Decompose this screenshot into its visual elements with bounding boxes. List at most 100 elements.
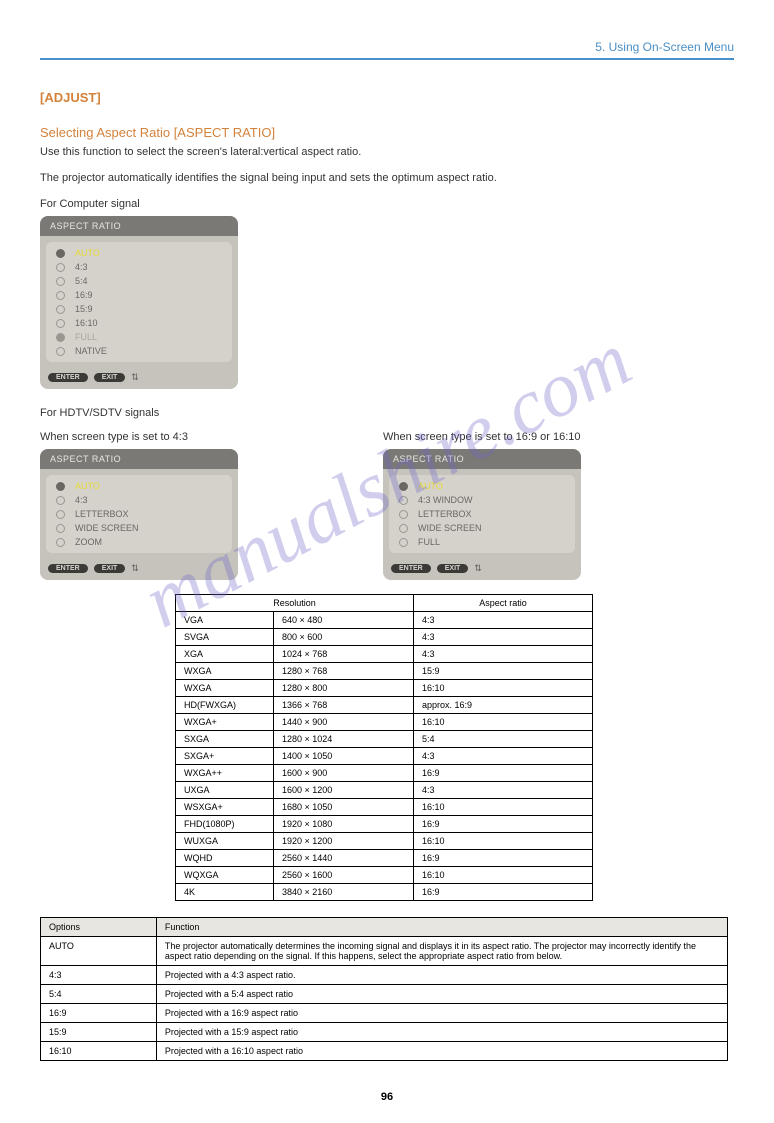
cell: WSXGA+ xyxy=(176,799,274,816)
arrows-icon: ⇅ xyxy=(474,563,482,574)
osd-option-full[interactable]: FULL xyxy=(389,535,575,549)
cell: WXGA xyxy=(176,663,274,680)
osd-option-native[interactable]: NATIVE xyxy=(46,344,232,358)
cell: Projected with a 15:9 aspect ratio xyxy=(156,1023,727,1042)
enter-button[interactable]: ENTER xyxy=(48,564,88,573)
osd3-caption: When screen type is set to 16:9 or 16:10 xyxy=(383,431,581,443)
osd-menu-computer: ASPECT RATIO AUTO 4:3 5:4 16:9 15:9 16:1… xyxy=(40,216,238,389)
cell: approx. 16:9 xyxy=(414,697,593,714)
osd-option-label: FULL xyxy=(75,332,97,342)
osd-option-list: AUTO 4:3 WINDOW LETTERBOX WIDE SCREEN FU… xyxy=(389,475,575,553)
cell: 4:3 xyxy=(414,612,593,629)
cell: 4:3 xyxy=(414,782,593,799)
osd-option-list: AUTO 4:3 5:4 16:9 15:9 16:10 FULL NATIVE xyxy=(46,242,232,362)
osd-option-auto[interactable]: AUTO xyxy=(46,246,232,260)
table-row: XGA1024 × 7684:3 xyxy=(176,646,593,663)
radio-icon xyxy=(399,538,408,547)
table-row: SXGA1280 × 10245:4 xyxy=(176,731,593,748)
cell: 1366 × 768 xyxy=(274,697,414,714)
radio-icon xyxy=(56,482,65,491)
radio-icon xyxy=(56,249,65,258)
cell: SXGA+ xyxy=(176,748,274,765)
table-row: WSXGA+1680 × 105016:10 xyxy=(176,799,593,816)
osd-option-letterbox[interactable]: LETTERBOX xyxy=(46,507,232,521)
osd-option-43[interactable]: 4:3 xyxy=(46,493,232,507)
cell: 4:3 xyxy=(414,629,593,646)
osd-option-label: 16:10 xyxy=(75,318,98,328)
cell: 640 × 480 xyxy=(274,612,414,629)
table-header-row: Options Function xyxy=(41,918,728,937)
osd-option-54[interactable]: 5:4 xyxy=(46,274,232,288)
osd-option-letterbox[interactable]: LETTERBOX xyxy=(389,507,575,521)
osd-option-label: WIDE SCREEN xyxy=(75,523,139,533)
osd-option-full: FULL xyxy=(46,330,232,344)
cell: Projected with a 16:9 aspect ratio xyxy=(156,1004,727,1023)
osd-option-43[interactable]: 4:3 xyxy=(46,260,232,274)
table-header-row: Resolution Aspect ratio xyxy=(176,595,593,612)
exit-button[interactable]: EXIT xyxy=(94,373,126,382)
section-title-aspect: Selecting Aspect Ratio [ASPECT RATIO] xyxy=(40,125,734,140)
enter-button[interactable]: ENTER xyxy=(391,564,431,573)
osd-option-43window[interactable]: 4:3 WINDOW xyxy=(389,493,575,507)
cell: 1600 × 900 xyxy=(274,765,414,782)
enter-button[interactable]: ENTER xyxy=(48,373,88,382)
cell: WQHD xyxy=(176,850,274,867)
cell: WUXGA xyxy=(176,833,274,850)
osd-option-label: 5:4 xyxy=(75,276,88,286)
sub-label-computer: For Computer signal xyxy=(40,198,734,210)
exit-button[interactable]: EXIT xyxy=(437,564,469,573)
resolution-table: Resolution Aspect ratio VGA640 × 4804:3 … xyxy=(175,594,593,901)
cell: HD(FWXGA) xyxy=(176,697,274,714)
cell: SVGA xyxy=(176,629,274,646)
cell: UXGA xyxy=(176,782,274,799)
arrows-icon: ⇅ xyxy=(131,372,139,383)
cell: VGA xyxy=(176,612,274,629)
cell: WXGA+ xyxy=(176,714,274,731)
cell: 4K xyxy=(176,884,274,901)
cell: 1400 × 1050 xyxy=(274,748,414,765)
table-row: WUXGA1920 × 120016:10 xyxy=(176,833,593,850)
cell: 2560 × 1440 xyxy=(274,850,414,867)
table-row: WQXGA2560 × 160016:10 xyxy=(176,867,593,884)
table-row: WXGA1280 × 80016:10 xyxy=(176,680,593,697)
radio-icon xyxy=(56,510,65,519)
radio-icon xyxy=(399,482,408,491)
radio-icon xyxy=(56,291,65,300)
exit-button[interactable]: EXIT xyxy=(94,564,126,573)
osd-footer: ENTER EXIT ⇅ xyxy=(40,559,238,580)
aspect-function-table: Options Function AUTOThe projector autom… xyxy=(40,917,728,1061)
osd-option-zoom[interactable]: ZOOM xyxy=(46,535,232,549)
osd-option-169[interactable]: 16:9 xyxy=(46,288,232,302)
cell: 16:9 xyxy=(414,850,593,867)
res-header: Resolution xyxy=(176,595,414,612)
cell: 800 × 600 xyxy=(274,629,414,646)
cell: XGA xyxy=(176,646,274,663)
arrows-icon: ⇅ xyxy=(131,563,139,574)
cell: 2560 × 1600 xyxy=(274,867,414,884)
table-row: 5:4Projected with a 5:4 aspect ratio xyxy=(41,985,728,1004)
table-row: SXGA+1400 × 10504:3 xyxy=(176,748,593,765)
osd-option-auto[interactable]: AUTO xyxy=(389,479,575,493)
page-content: 5. Using On-Screen Menu [ADJUST] Selecti… xyxy=(0,0,774,1123)
sub-label-hdtv: For HDTV/SDTV signals xyxy=(40,407,734,419)
osd-option-159[interactable]: 15:9 xyxy=(46,302,232,316)
cell: 1280 × 1024 xyxy=(274,731,414,748)
radio-icon xyxy=(56,305,65,314)
cell: 16:9 xyxy=(414,884,593,901)
radio-icon xyxy=(56,347,65,356)
table-row: WXGA+1440 × 90016:10 xyxy=(176,714,593,731)
osd-option-1610[interactable]: 16:10 xyxy=(46,316,232,330)
cell: Projected with a 5:4 aspect ratio xyxy=(156,985,727,1004)
cell: 1280 × 800 xyxy=(274,680,414,697)
table-row: 16:10Projected with a 16:10 aspect ratio xyxy=(41,1042,728,1061)
osd-option-widescreen[interactable]: WIDE SCREEN xyxy=(46,521,232,535)
header-section-label: 5. Using On-Screen Menu xyxy=(40,40,734,58)
table-row: FHD(1080P)1920 × 108016:9 xyxy=(176,816,593,833)
radio-icon xyxy=(56,263,65,272)
osd-menu-169: ASPECT RATIO AUTO 4:3 WINDOW LETTERBOX W… xyxy=(383,449,581,580)
cell: 16:10 xyxy=(414,833,593,850)
osd-option-widescreen[interactable]: WIDE SCREEN xyxy=(389,521,575,535)
osd-option-auto[interactable]: AUTO xyxy=(46,479,232,493)
table-row: VGA640 × 4804:3 xyxy=(176,612,593,629)
osd-option-label: ZOOM xyxy=(75,537,102,547)
